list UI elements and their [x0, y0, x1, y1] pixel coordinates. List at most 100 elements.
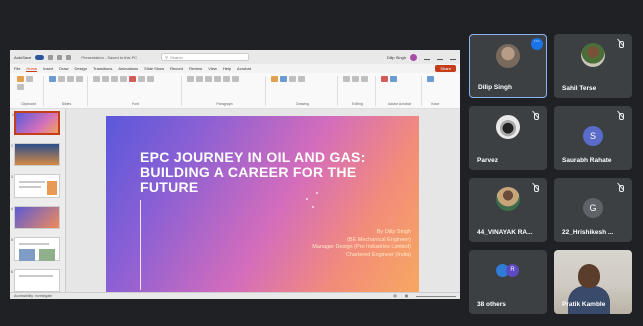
tab-help[interactable]: Help — [223, 66, 231, 71]
tab-review[interactable]: Review — [189, 66, 202, 71]
font-color-icon[interactable] — [129, 76, 136, 82]
participant-name: Sahil Terse — [562, 85, 597, 92]
slide-title: EPC JOURNEY IN OIL AND GAS: BUILDING A C… — [140, 149, 366, 195]
quick-styles-icon[interactable] — [289, 76, 296, 82]
mic-muted-icon — [617, 113, 624, 120]
cut-icon[interactable] — [26, 76, 33, 82]
more-options-icon[interactable]: ··· — [531, 38, 543, 50]
slide-thumbnail[interactable]: 5 — [11, 237, 60, 262]
find-icon[interactable] — [343, 76, 350, 82]
tab-insert[interactable]: Insert — [43, 66, 53, 71]
tab-draw[interactable]: Draw — [59, 66, 68, 71]
ribbon-group-label: Adobe Acrobat — [388, 102, 411, 106]
ribbon-group-drawing: Drawing — [268, 76, 338, 106]
shape-fill-icon[interactable] — [298, 76, 305, 82]
tab-file[interactable]: File — [14, 66, 20, 71]
ppt-titlebar: AutoSave Presentation - Saved to this PC… — [10, 50, 460, 64]
slide-canvas: EPC JOURNEY IN OIL AND GAS: BUILDING A C… — [66, 109, 460, 293]
slide-divider — [140, 200, 141, 290]
participant-tile[interactable]: Sahil Terse — [554, 34, 632, 98]
save-icon[interactable] — [48, 54, 54, 60]
search-icon: ⚲ — [165, 54, 169, 60]
others-tile[interactable]: R 38 others — [469, 250, 547, 314]
tab-acrobat[interactable]: Acrobat — [237, 66, 251, 71]
share-button[interactable]: Share — [435, 65, 456, 72]
mic-muted-icon — [532, 113, 539, 120]
ribbon-group-paragraph: Paragraph — [184, 76, 266, 106]
slide-thumbnail[interactable]: 4 — [11, 205, 60, 230]
tab-slide-show[interactable]: Slide Show — [144, 66, 164, 71]
select-icon[interactable] — [361, 76, 368, 82]
strikethrough-icon[interactable] — [120, 76, 127, 82]
minimize-icon[interactable] — [424, 55, 430, 60]
sparkle — [312, 206, 314, 208]
ribbon-group-label: Clipboard — [21, 102, 36, 106]
participant-tile[interactable]: ··· Dilip Singh — [469, 34, 547, 98]
participant-tile[interactable]: S Saurabh Rahate — [554, 106, 632, 170]
ribbon-group-acrobat: Adobe Acrobat — [378, 76, 422, 106]
create-pdf-icon[interactable] — [381, 76, 388, 82]
notes-button[interactable]: ▤ — [393, 294, 396, 298]
avatar: S — [583, 126, 603, 146]
participant-tile[interactable]: Parvez — [469, 106, 547, 170]
user-avatar[interactable] — [410, 53, 417, 61]
avatar — [496, 44, 520, 68]
align-left-icon[interactable] — [205, 76, 212, 82]
reset-icon[interactable] — [67, 76, 74, 82]
bold-icon[interactable] — [93, 76, 100, 82]
mic-muted-icon — [617, 185, 624, 192]
copy-icon[interactable] — [17, 84, 24, 90]
ribbon-group-font: Font — [90, 76, 182, 106]
slide-thumbnail[interactable]: 2 — [11, 142, 60, 167]
user-name: Dilip Singh — [386, 54, 406, 60]
slide[interactable]: EPC JOURNEY IN OIL AND GAS: BUILDING A C… — [106, 116, 419, 293]
search-box[interactable]: ⚲ Search — [161, 53, 250, 61]
shapes-icon[interactable] — [271, 76, 278, 82]
undo-icon[interactable] — [57, 54, 63, 60]
tab-record[interactable]: Record — [170, 66, 183, 71]
layout-icon[interactable] — [58, 76, 65, 82]
maximize-icon[interactable] — [437, 55, 443, 60]
sparkle — [316, 192, 318, 194]
section-icon[interactable] — [76, 76, 83, 82]
dictate-icon[interactable] — [427, 76, 434, 82]
participant-tile[interactable]: 44_VINAYAK RA... — [469, 178, 547, 242]
slide-thumbnail[interactable]: 6 — [11, 268, 60, 292]
font-size-icon[interactable] — [138, 76, 145, 82]
participant-tile[interactable]: Pratik Kamble — [554, 250, 632, 314]
byline-line: By Dilip Singh — [376, 229, 411, 235]
person-torso — [568, 286, 610, 314]
redo-icon[interactable] — [66, 54, 72, 60]
autosave-toggle[interactable] — [35, 54, 45, 60]
align-center-icon[interactable] — [214, 76, 221, 82]
zoom-slider[interactable] — [416, 295, 456, 297]
slide-thumbnail[interactable]: 1 — [12, 111, 60, 135]
close-icon[interactable] — [450, 55, 456, 60]
bullets-icon[interactable] — [187, 76, 194, 82]
status-bar: Accessibility: Investigate ▤ ▦ — [10, 292, 460, 299]
tab-transitions[interactable]: Transitions — [93, 66, 112, 71]
accessibility-status[interactable]: Accessibility: Investigate — [14, 294, 52, 298]
ribbon-tabs: File Home Insert Draw Design Transitions… — [10, 64, 460, 73]
tab-home[interactable]: Home — [26, 66, 38, 72]
avatar: G — [583, 198, 603, 218]
text-direction-icon[interactable] — [232, 76, 239, 82]
new-slide-icon[interactable] — [49, 76, 56, 82]
italic-icon[interactable] — [102, 76, 109, 82]
paste-icon[interactable] — [17, 76, 24, 82]
work-area: 1 2 3 4 5 6 EPC JOURNEY IN OIL AND GAS: … — [10, 109, 460, 293]
share-pdf-icon[interactable] — [390, 76, 397, 82]
arrange-icon[interactable] — [280, 76, 287, 82]
tab-view[interactable]: View — [208, 66, 217, 71]
clear-format-icon[interactable] — [147, 76, 154, 82]
byline-line: (BE Mechanical Engineer) — [347, 236, 411, 243]
tab-design[interactable]: Design — [74, 66, 86, 71]
underline-icon[interactable] — [111, 76, 118, 82]
slide-thumbnail[interactable]: 3 — [11, 174, 60, 198]
numbering-icon[interactable] — [196, 76, 203, 82]
tab-animations[interactable]: Animations — [118, 66, 138, 71]
participant-tile[interactable]: G 22_Hrishikesh ... — [554, 178, 632, 242]
replace-icon[interactable] — [352, 76, 359, 82]
view-normal-icon[interactable]: ▦ — [405, 294, 408, 298]
align-right-icon[interactable] — [223, 76, 230, 82]
